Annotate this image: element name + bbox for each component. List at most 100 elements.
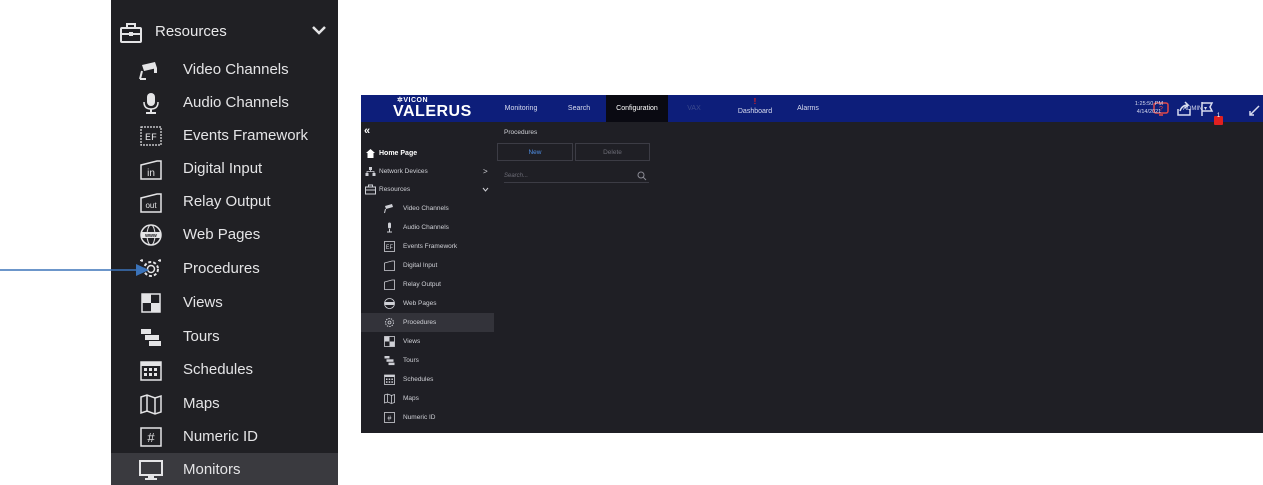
clock-date: 4/14/2021 [1136,109,1162,115]
search-placeholder: Search... [504,173,529,179]
network-icon [365,167,376,176]
panel-item-views[interactable]: Views [361,332,494,351]
panel-item-video-channels[interactable]: Video Channels [361,199,494,218]
microphone-icon [387,222,392,233]
valerus-app-window: ✲VICON VALERUS Monitoring Search Configu… [361,95,1263,433]
zoom-item-label: Maps [183,395,220,412]
globe-icon [384,298,395,309]
panel-item-label: Schedules [403,376,434,383]
panel-item-label: Procedures [403,319,437,326]
zoom-item-relay-output[interactable]: out Relay Output [111,185,338,218]
configuration-left-panel: « Home Page Network Devices > Resources … [361,122,494,433]
flag-count-badge: 1 [1214,112,1223,130]
panel-item-label: Video Channels [403,205,449,212]
user-menu[interactable]: ADMIN ▾ [1183,105,1207,112]
panel-item-digital-input[interactable]: Digital Input [361,256,494,275]
zoom-item-maps[interactable]: Maps [111,387,338,420]
panel-item-label: Digital Input [403,262,438,269]
zoom-item-views[interactable]: Views [111,286,338,319]
panel-item-label: Events Framework [403,243,458,250]
valerus-brand-text: VALERUS [393,103,472,120]
new-button[interactable]: New [497,143,573,161]
microphone-icon [139,92,163,114]
zoom-item-label: Schedules [183,361,254,378]
flag-count: 1 [1216,113,1221,119]
panel-item-numeric-id[interactable]: # Numeric ID [361,408,494,427]
zoom-item-monitors[interactable]: Monitors [111,453,338,485]
panel-item-relay-output[interactable]: Relay Output [361,275,494,294]
panel-item-tours[interactable]: Tours [361,351,494,370]
zoom-item-label: Web Pages [183,226,261,243]
network-devices-link[interactable]: Network Devices > [361,162,494,181]
zoom-item-label: Views [183,294,223,311]
delete-button[interactable]: Delete [575,143,650,161]
briefcase-icon [120,23,142,43]
panel-item-audio-channels[interactable]: Audio Channels [361,218,494,237]
breadcrumb: Procedures [504,129,538,136]
collapse-panel-icon[interactable]: « [364,125,370,137]
pointer-arrow [0,264,149,276]
panel-item-events-framework[interactable]: EF Events Framework [361,237,494,256]
zoom-item-video-channels[interactable]: Video Channels [111,53,338,86]
zoom-item-label: Events Framework [183,127,309,144]
nav-search[interactable]: Search [559,95,599,122]
nav-vax[interactable]: VAX [679,95,709,122]
fullscreen-icon[interactable] [1249,103,1263,119]
home-page-link[interactable]: Home Page [361,144,494,163]
panel-item-label: Tours [403,357,419,364]
zoom-item-digital-input[interactable]: in Digital Input [111,152,338,185]
zoom-item-label: Tours [183,328,220,345]
nav-dashboard[interactable]: ! Dashboard [731,95,779,122]
chevron-down-icon [482,187,489,192]
nav-configuration[interactable]: Configuration [606,95,668,122]
zoom-item-label: Digital Input [183,160,263,177]
events-framework-icon: EF [139,125,163,147]
nav-monitoring[interactable]: Monitoring [496,95,546,122]
zoom-item-web-pages[interactable]: www Web Pages [111,218,338,251]
zoom-item-events-framework[interactable]: EF Events Framework [111,119,338,152]
panel-item-label: Relay Output [403,281,441,288]
calendar-icon [384,374,395,385]
panel-item-label: Numeric ID [403,414,436,421]
digital-input-icon: in [139,158,163,180]
chevron-down-icon[interactable] [311,22,327,38]
zoom-item-schedules[interactable]: Schedules [111,353,338,386]
nav-dashboard-label: Dashboard [737,108,773,115]
relay-output-icon: out [139,191,163,213]
search-icon[interactable] [637,171,647,181]
panel-item-maps[interactable]: Maps [361,389,494,408]
panel-item-procedures[interactable]: Procedures [361,313,494,332]
resources-header[interactable]: Resources [111,13,338,51]
zoom-item-audio-channels[interactable]: Audio Channels [111,86,338,119]
camera-icon [139,59,163,81]
svg-text:EF: EF [145,133,157,144]
digital-input-icon [384,260,395,271]
map-icon [139,393,163,415]
zoom-item-label: Video Channels [183,61,289,78]
zoom-item-label: Relay Output [183,193,271,210]
panel-item-web-pages[interactable]: Web Pages [361,294,494,313]
top-navigation-bar: ✲VICON VALERUS Monitoring Search Configu… [361,95,1263,125]
events-framework-icon: EF [384,241,395,252]
resources-label: Resources [379,186,411,193]
camera-icon [384,204,393,214]
resources-link[interactable]: Resources [361,180,494,199]
panel-item-label: Web Pages [403,300,437,307]
zoomed-sidebar: Resources Video Channels Audio Channels … [111,0,338,485]
network-devices-label: Network Devices [379,168,428,175]
panel-item-schedules[interactable]: Schedules [361,370,494,389]
clock-readout: 1:25:50 PM 4/14/2021 [1129,100,1169,116]
home-icon [366,149,375,158]
relay-output-icon [384,279,395,290]
zoom-item-tours[interactable]: Tours [111,320,338,353]
search-input[interactable]: Search... [504,171,649,183]
panel-item-label: Maps [403,395,419,402]
numeric-id-icon: # [384,412,395,423]
zoom-item-label: Numeric ID [183,428,259,445]
globe-icon: www [139,224,163,246]
zoom-item-numeric-id[interactable]: # Numeric ID [111,420,338,453]
svg-text:#: # [147,430,155,445]
briefcase-icon [365,184,376,195]
nav-alarms[interactable]: Alarms [793,95,823,122]
screenshot-stage: Resources Video Channels Audio Channels … [0,0,1263,485]
